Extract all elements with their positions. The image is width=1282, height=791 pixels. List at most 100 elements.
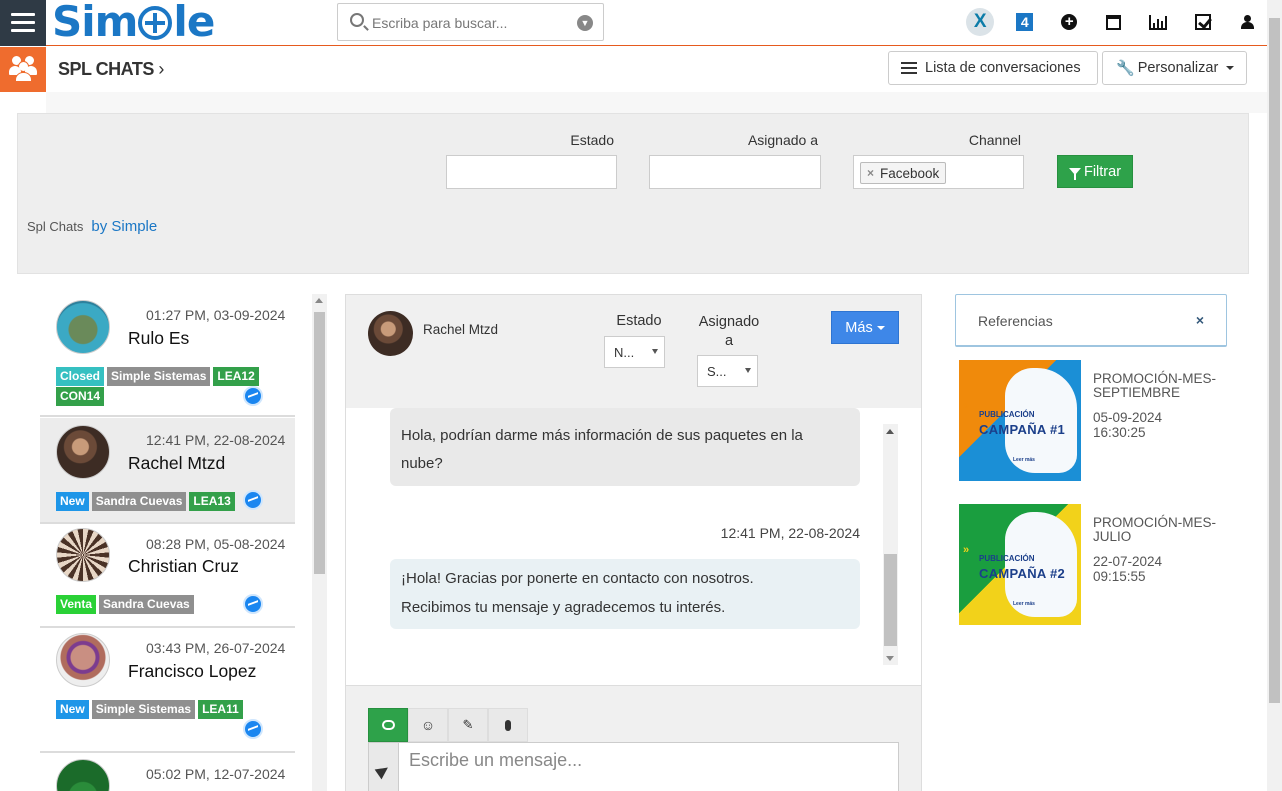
search-dropdown-icon[interactable]: ▼ (577, 15, 593, 31)
header-spacer (46, 92, 1267, 113)
app-logo[interactable]: Sim le (52, 0, 215, 46)
avatar (56, 425, 110, 479)
references-title: Referencias (978, 313, 1053, 329)
message-input[interactable] (399, 742, 899, 791)
chat-mode-button[interactable] (368, 708, 408, 742)
remove-tag-icon[interactable]: × (867, 166, 874, 180)
references-panel-header: Referencias × (955, 294, 1227, 347)
close-icon[interactable]: × (1196, 312, 1204, 328)
check-square-icon[interactable] (1181, 8, 1226, 36)
chevron-down-icon (1226, 66, 1235, 70)
avatar (56, 528, 110, 582)
message-time: 12:41 PM, 22-08-2024 (720, 525, 860, 541)
lead-badge: LEA13 (189, 492, 235, 511)
chat-time: 12:41 PM, 22-08-2024 (146, 432, 286, 448)
chat-item[interactable]: 01:27 PM, 03-09-2024 Rulo Es Closed Simp… (40, 292, 295, 417)
reference-title: PROMOCIÓN-MES-JULIO (1093, 515, 1216, 544)
reference-date: 05-09-2024 16:30:25 (1093, 410, 1163, 440)
asignado-filter-input[interactable] (649, 155, 821, 189)
agent-badge: Simple Sistemas (91, 700, 196, 719)
chat-name: Francisco Lopez (128, 661, 257, 681)
chat-item[interactable]: 03:43 PM, 26-07-2024 Francisco Lopez New… (40, 629, 295, 753)
campaign-thumbnail[interactable]: » PUBLICACIÓN CAMPAÑA #1 Leer más (959, 360, 1081, 481)
hamburger-menu-icon[interactable] (0, 0, 46, 46)
chat-name: Rachel Mtzd (128, 453, 226, 473)
reference-date: 22-07-2024 09:15:55 (1093, 554, 1163, 584)
send-button[interactable] (368, 742, 399, 791)
contact-name: Rachel Mtzd (423, 322, 499, 337)
top-navbar: Simle ▼ X 4 + (0, 0, 1267, 46)
contact-avatar (368, 311, 413, 356)
filter-button[interactable]: Filtrar (1057, 155, 1133, 188)
chat-list: 01:27 PM, 03-09-2024 Rulo Es Closed Simp… (40, 292, 296, 791)
message-composer: ☺ ✎ (346, 685, 921, 791)
chat-time: 03:43 PM, 26-07-2024 (146, 640, 286, 656)
filter-funnel-icon (1068, 168, 1081, 180)
microphone-icon (505, 719, 511, 731)
messenger-icon (243, 490, 263, 510)
outgoing-message: ¡Hola! Gracias por ponerte en contacto c… (390, 559, 860, 629)
user-icon[interactable] (1225, 8, 1270, 36)
reference-card[interactable]: » PUBLICACIÓN CAMPAÑA #1 Leer más PROMOC… (959, 360, 1219, 481)
chat-item[interactable]: 08:28 PM, 05-08-2024 Christian Cruz Vent… (40, 525, 295, 628)
avatar (56, 300, 110, 354)
filter-panel: Estado Asignado a Channel × Facebook Fil… (17, 113, 1249, 274)
conversation-list-button[interactable]: Lista de conversaciones (888, 51, 1098, 85)
double-chevron-icon: » (963, 400, 970, 412)
plus-circle-icon[interactable]: + (1047, 8, 1092, 36)
avatar (56, 633, 110, 687)
messenger-icon (243, 719, 263, 739)
customize-button[interactable]: 🔧 Personalizar (1102, 51, 1247, 85)
status-badge: Closed (56, 367, 105, 386)
asignado-select[interactable]: S... (697, 355, 758, 387)
chat-bubble-icon (381, 720, 395, 730)
page-scrollbar[interactable] (1267, 0, 1282, 791)
wrench-icon: 🔧 (1116, 60, 1135, 77)
x-app-icon[interactable]: X (958, 8, 1003, 36)
chat-name: Rulo Es (128, 328, 190, 348)
brand-link[interactable]: by Simple (91, 218, 157, 235)
search-icon (350, 13, 364, 27)
channel-filter-input[interactable]: × Facebook (853, 155, 1024, 189)
chat-list-scrollbar[interactable] (312, 294, 327, 791)
chevron-down-icon (652, 349, 658, 354)
agent-badge: Sandra Cuevas (99, 595, 194, 614)
chat-item-selected[interactable]: 12:41 PM, 22-08-2024 Rachel Mtzd New San… (40, 418, 295, 524)
message-thread: Hola, podrían darme más información de s… (346, 408, 921, 685)
estado-filter-input[interactable] (446, 155, 617, 189)
chat-time: 05:02 PM, 12-07-2024 (146, 766, 286, 782)
emoji-button[interactable]: ☺ (408, 708, 448, 742)
chat-item[interactable]: 05:02 PM, 12-07-2024 (40, 754, 295, 791)
messenger-icon (243, 386, 263, 406)
more-button[interactable]: Más (831, 311, 899, 344)
channel-tag-facebook[interactable]: × Facebook (860, 162, 947, 184)
avatar (56, 759, 110, 791)
conversation-panel: Rachel Mtzd Estado N... Asignado a S... M… (345, 294, 922, 791)
lead-badge: LEA11 (198, 700, 243, 719)
users-group-icon[interactable] (0, 47, 46, 92)
thread-scrollbar[interactable] (883, 424, 898, 665)
attach-button[interactable]: ✎ (448, 708, 488, 742)
brand-caption: Spl Chats by Simple (27, 218, 158, 235)
paperclip-icon: ✎ (462, 717, 474, 732)
chevron-down-icon (745, 368, 751, 373)
estado-label: Estado (616, 313, 662, 329)
module-header: SPL CHATS › Lista de conversaciones 🔧 Pe… (0, 47, 1267, 92)
status-badge: New (56, 492, 89, 511)
estado-select[interactable]: N... (604, 336, 665, 368)
status-badge: Venta (56, 595, 97, 614)
chat-name: Christian Cruz (128, 556, 239, 576)
agent-badge: Sandra Cuevas (91, 492, 187, 511)
chevron-down-icon (876, 325, 885, 330)
reference-card[interactable]: » PUBLICACIÓN CAMPAÑA #2 Leer más PROMOC… (959, 504, 1219, 625)
four-app-icon[interactable]: 4 (1003, 8, 1048, 36)
voice-button[interactable] (488, 708, 528, 742)
bar-chart-icon[interactable] (1136, 8, 1181, 36)
global-search[interactable]: ▼ (337, 3, 604, 41)
campaign-thumbnail[interactable]: » PUBLICACIÓN CAMPAÑA #2 Leer más (959, 504, 1081, 625)
smiley-icon: ☺ (420, 717, 436, 733)
module-title[interactable]: SPL CHATS › (58, 59, 164, 80)
search-input[interactable] (372, 12, 572, 34)
status-badge: New (56, 700, 89, 719)
calendar-icon[interactable] (1092, 8, 1137, 36)
